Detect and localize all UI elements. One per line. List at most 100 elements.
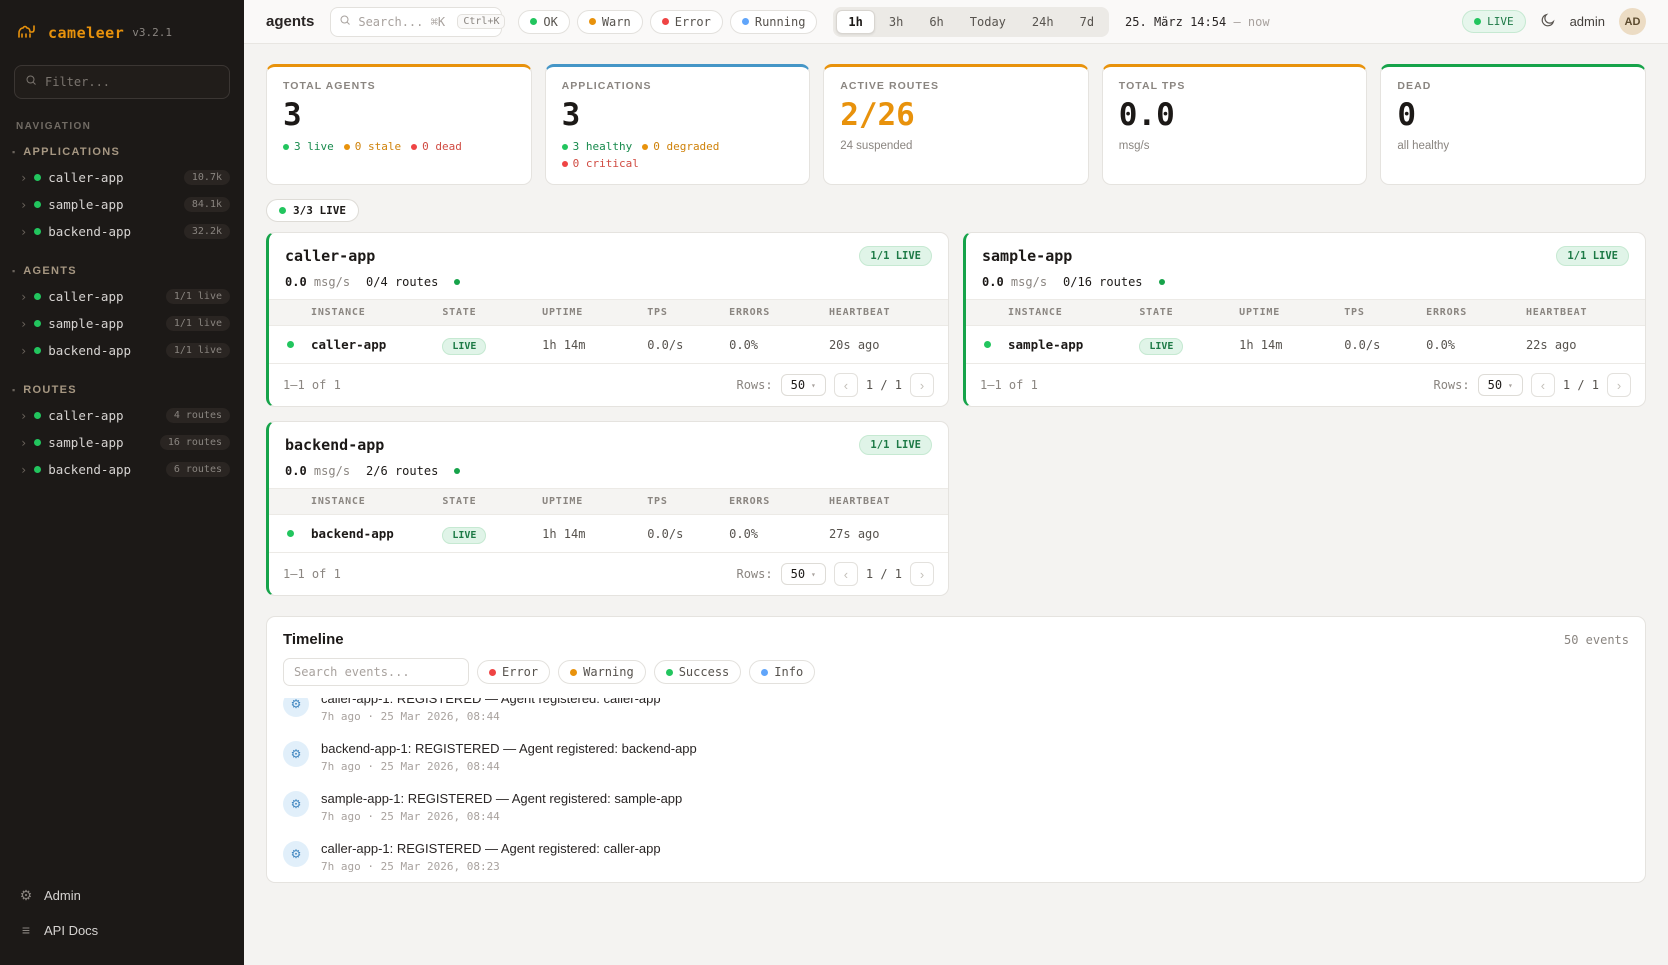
chevron-right-icon: › xyxy=(20,290,27,304)
sidebar-item-routes-sample-app[interactable]: › sample-app 16 routes xyxy=(0,429,244,456)
filter-chip-ok[interactable]: OK xyxy=(518,10,569,34)
state-badge: LIVE xyxy=(442,338,486,355)
timeline-search[interactable] xyxy=(283,658,469,686)
sidebar-item-applications-sample-app[interactable]: › sample-app 84.1k xyxy=(0,191,244,218)
chevron-right-icon: › xyxy=(20,171,27,185)
summary-grid: TOTAL AGENTS 3 3 live 0 stale 0 dead APP… xyxy=(266,64,1646,185)
next-page-button[interactable]: › xyxy=(910,373,934,397)
prev-page-button[interactable]: ‹ xyxy=(834,562,858,586)
sidebar-item-agents-caller-app[interactable]: › caller-app 1/1 live xyxy=(0,283,244,310)
table-row[interactable]: caller-app LIVE 1h 14m 0.0/s 0.0% 20s ag… xyxy=(269,326,948,363)
summary-card-total-agents: TOTAL AGENTS 3 3 live 0 stale 0 dead xyxy=(266,64,532,185)
dark-mode-toggle[interactable] xyxy=(1540,12,1556,31)
app-card-backend-app: backend-app 1/1 LIVE 0.0 msg/s 2/6 route… xyxy=(266,421,949,596)
sidebar-item-agents-backend-app[interactable]: › backend-app 1/1 live xyxy=(0,337,244,364)
rows-per-page-select[interactable]: 50▾ xyxy=(781,563,826,585)
event-gear-icon: ⚙ xyxy=(283,791,309,817)
sidebar-item-applications-backend-app[interactable]: › backend-app 32.2k xyxy=(0,218,244,245)
degraded-dot xyxy=(642,144,648,150)
event-item[interactable]: ⚙ caller-app-1: REGISTERED — Agent regis… xyxy=(283,832,1629,882)
event-item[interactable]: ⚙ sample-app-1: REGISTERED — Agent regis… xyxy=(283,782,1629,832)
count-badge: 16 routes xyxy=(160,435,230,450)
rows-per-page-select[interactable]: 50▾ xyxy=(1478,374,1523,396)
timeline-filter-success[interactable]: Success xyxy=(654,660,742,684)
summary-card-applications: APPLICATIONS 3 3 healthy 0 degraded 0 cr… xyxy=(545,64,811,185)
timeline-filter-info[interactable]: Info xyxy=(749,660,815,684)
search-icon xyxy=(25,73,37,91)
nav-section-routes: ▪ ROUTES › caller-app 4 routes › sample-… xyxy=(0,380,244,483)
timeline-filter-error[interactable]: Error xyxy=(477,660,550,684)
chevron-right-icon: › xyxy=(20,225,27,239)
live-badge: 1/1 LIVE xyxy=(1556,246,1629,266)
activity-dot xyxy=(454,468,460,474)
caret-icon: ▪ xyxy=(12,385,15,395)
app-card-sample-app: sample-app 1/1 LIVE 0.0 msg/s 0/16 route… xyxy=(963,232,1646,407)
table-row[interactable]: sample-app LIVE 1h 14m 0.0/s 0.0% 22s ag… xyxy=(966,326,1645,363)
table-row[interactable]: backend-app LIVE 1h 14m 0.0/s 0.0% 27s a… xyxy=(269,515,948,552)
page-title: agents xyxy=(266,13,314,30)
moon-icon xyxy=(1540,12,1556,31)
section-header-routes[interactable]: ▪ ROUTES xyxy=(0,380,244,402)
running-dot xyxy=(742,18,749,25)
filter-chip-warn[interactable]: Warn xyxy=(577,10,643,34)
event-list[interactable]: ⚙ caller-app-1: REGISTERED — Agent regis… xyxy=(267,698,1645,882)
app-name[interactable]: backend-app xyxy=(285,436,384,454)
warn-dot xyxy=(589,18,596,25)
sidebar-item-applications-caller-app[interactable]: › caller-app 10.7k xyxy=(0,164,244,191)
avatar[interactable]: AD xyxy=(1619,8,1646,35)
global-search[interactable]: Ctrl+K xyxy=(330,7,502,37)
app-name[interactable]: caller-app xyxy=(285,247,375,265)
nav-section-applications: ▪ APPLICATIONS › caller-app 10.7k › samp… xyxy=(0,142,244,245)
sidebar-filter-input[interactable] xyxy=(45,75,219,89)
time-range-24h[interactable]: 24h xyxy=(1020,10,1066,34)
section-header-applications[interactable]: ▪ APPLICATIONS xyxy=(0,142,244,164)
time-range-3h[interactable]: 3h xyxy=(877,10,915,34)
user-name[interactable]: admin xyxy=(1570,14,1605,29)
date-range[interactable]: 25. März 14:54 — now xyxy=(1125,15,1270,29)
sidebar-item-routes-caller-app[interactable]: › caller-app 4 routes xyxy=(0,402,244,429)
event-item[interactable]: ⚙ backend-app-1: REGISTERED — Agent regi… xyxy=(283,732,1629,782)
timeline-search-input[interactable] xyxy=(294,665,458,679)
error-dot xyxy=(489,669,496,676)
time-range-selector: 1h 3h 6h Today 24h 7d xyxy=(833,7,1109,37)
sidebar-filter[interactable] xyxy=(14,65,230,99)
prev-page-button[interactable]: ‹ xyxy=(834,373,858,397)
status-dot xyxy=(34,228,41,235)
event-item[interactable]: ⚙ caller-app-1: REGISTERED — Agent regis… xyxy=(283,698,1629,732)
time-range-today[interactable]: Today xyxy=(958,10,1018,34)
sidebar-item-routes-backend-app[interactable]: › backend-app 6 routes xyxy=(0,456,244,483)
time-range-7d[interactable]: 7d xyxy=(1068,10,1106,34)
row-range: 1–1 of 1 xyxy=(283,378,341,392)
prev-page-button[interactable]: ‹ xyxy=(1531,373,1555,397)
rows-per-page-select[interactable]: 50▾ xyxy=(781,374,826,396)
summary-card-dead: DEAD 0 all healthy xyxy=(1380,64,1646,185)
next-page-button[interactable]: › xyxy=(1607,373,1631,397)
summary-card-active-routes: ACTIVE ROUTES 2/26 24 suspended xyxy=(823,64,1089,185)
page-indicator: 1 / 1 xyxy=(866,567,902,581)
status-dot xyxy=(287,530,294,537)
count-badge: 10.7k xyxy=(184,170,230,185)
time-range-6h[interactable]: 6h xyxy=(917,10,955,34)
section-header-agents[interactable]: ▪ AGENTS xyxy=(0,261,244,283)
app-root: cameleer v3.2.1 NAVIGATION ▪ APPLICATION… xyxy=(0,0,1668,965)
app-card-caller-app: caller-app 1/1 LIVE 0.0 msg/s 0/4 routes… xyxy=(266,232,949,407)
count-badge: 84.1k xyxy=(184,197,230,212)
sidebar-item-agents-sample-app[interactable]: › sample-app 1/1 live xyxy=(0,310,244,337)
caret-down-icon: ▾ xyxy=(811,381,816,390)
time-range-1h[interactable]: 1h xyxy=(836,10,874,34)
filter-chip-running[interactable]: Running xyxy=(730,10,818,34)
sidebar-item-api-docs[interactable]: ≡ API Docs xyxy=(8,913,236,947)
count-badge: 1/1 live xyxy=(166,289,230,304)
status-dot xyxy=(34,293,41,300)
next-page-button[interactable]: › xyxy=(910,562,934,586)
timeline-event-count: 50 events xyxy=(1564,633,1629,647)
search-shortcut-kbd: Ctrl+K xyxy=(457,14,505,29)
filter-chip-error[interactable]: Error xyxy=(650,10,723,34)
status-dot xyxy=(34,466,41,473)
sidebar-item-admin[interactable]: ⚙ Admin xyxy=(8,878,236,913)
header-right: LIVE admin AD xyxy=(1462,8,1646,35)
chevron-right-icon: › xyxy=(20,463,27,477)
global-search-input[interactable] xyxy=(358,15,450,29)
timeline-filter-warning[interactable]: Warning xyxy=(558,660,646,684)
app-name[interactable]: sample-app xyxy=(982,247,1072,265)
